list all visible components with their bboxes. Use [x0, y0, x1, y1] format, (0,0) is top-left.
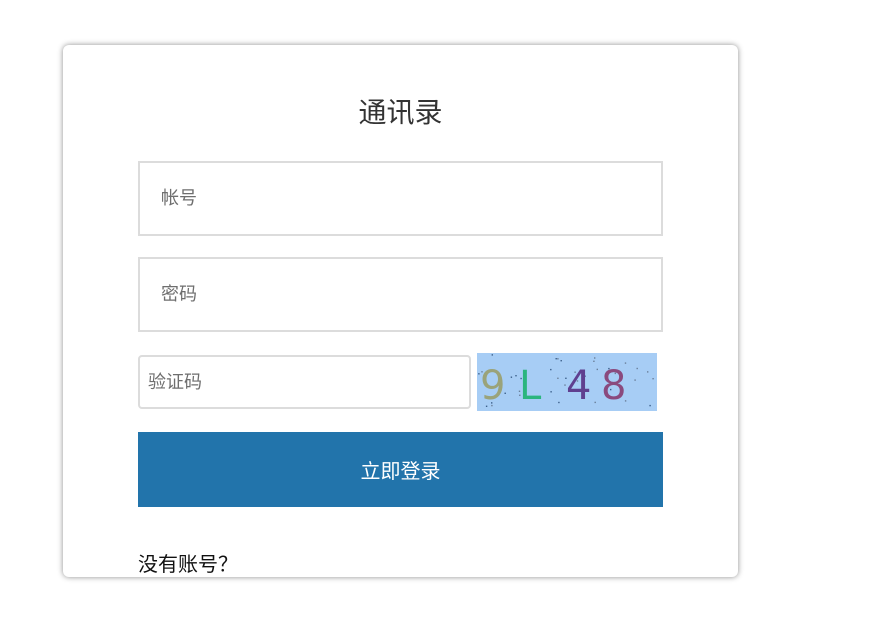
captcha-noise-dot — [649, 404, 651, 407]
captcha-noise-dot — [594, 357, 596, 359]
captcha-noise-dot — [550, 391, 552, 393]
captcha-noise-dot — [636, 367, 638, 370]
account-input[interactable] — [138, 161, 663, 236]
captcha-noise-dot — [594, 401, 596, 404]
captcha-char: 4 — [566, 363, 591, 409]
captcha-noise-dot — [515, 375, 517, 377]
captcha-input[interactable] — [138, 355, 471, 409]
captcha-noise-dot — [647, 371, 649, 373]
captcha-noise-dot — [550, 368, 552, 371]
captcha-noise-dot — [634, 379, 636, 381]
login-card: 通讯录 9 L 4 8 立即登录 没有账号？ — [63, 45, 738, 577]
captcha-image[interactable]: 9 L 4 8 — [477, 353, 657, 411]
captcha-noise-dot — [491, 354, 493, 356]
register-link[interactable]: 没有账号？ — [138, 550, 238, 578]
captcha-char: 8 — [601, 363, 626, 409]
captcha-noise-dot — [555, 358, 557, 360]
captcha-noise-dot — [593, 360, 595, 362]
captcha-noise-dot — [510, 376, 513, 378]
page-title: 通讯录 — [358, 96, 443, 129]
captcha-noise-dot — [557, 377, 559, 379]
login-button[interactable]: 立即登录 — [138, 432, 663, 507]
captcha-noise-dot — [558, 401, 560, 404]
captcha-noise-dot — [596, 368, 598, 371]
captcha-char: 9 — [480, 363, 505, 409]
captcha-char: L — [519, 363, 542, 409]
captcha-noise-dot — [652, 378, 654, 380]
login-page: 通讯录 9 L 4 8 立即登录 没有账号？ — [0, 0, 877, 637]
captcha-noise-dot — [560, 360, 562, 362]
captcha-noise-dot — [557, 358, 559, 360]
password-input[interactable] — [138, 257, 663, 332]
